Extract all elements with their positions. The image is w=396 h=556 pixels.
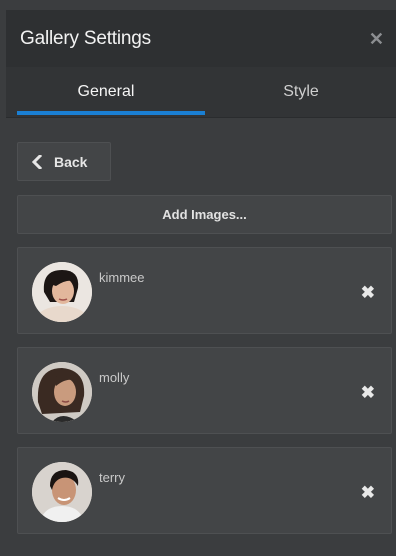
remove-icon[interactable]: ✖: [361, 384, 375, 401]
general-tab-content: Back Add Images... kimmee ✖ molly ✖ terr…: [6, 118, 396, 556]
chevron-left-icon: [32, 154, 42, 169]
tab-style[interactable]: Style: [206, 67, 396, 117]
image-item: molly ✖: [17, 347, 392, 434]
image-item: terry ✖: [17, 447, 392, 534]
image-name: kimmee: [99, 270, 145, 285]
back-button[interactable]: Back: [17, 142, 111, 181]
gallery-settings-panel: Gallery Settings ✕ General Style Back Ad…: [0, 0, 396, 556]
tab-bar: General Style: [6, 67, 396, 118]
image-name: terry: [99, 470, 125, 485]
avatar: [32, 262, 92, 322]
tab-general[interactable]: General: [6, 67, 206, 117]
remove-icon[interactable]: ✖: [361, 284, 375, 301]
add-images-button[interactable]: Add Images...: [17, 195, 392, 234]
avatar: [32, 462, 92, 522]
image-name: molly: [99, 370, 130, 385]
panel-header: Gallery Settings ✕: [6, 10, 396, 67]
remove-icon[interactable]: ✖: [361, 484, 375, 501]
image-item: kimmee ✖: [17, 247, 392, 334]
panel-title: Gallery Settings: [20, 27, 151, 49]
avatar: [32, 362, 92, 422]
active-tab-indicator: [17, 111, 205, 115]
back-button-label: Back: [54, 153, 88, 170]
close-icon[interactable]: ✕: [369, 30, 384, 48]
